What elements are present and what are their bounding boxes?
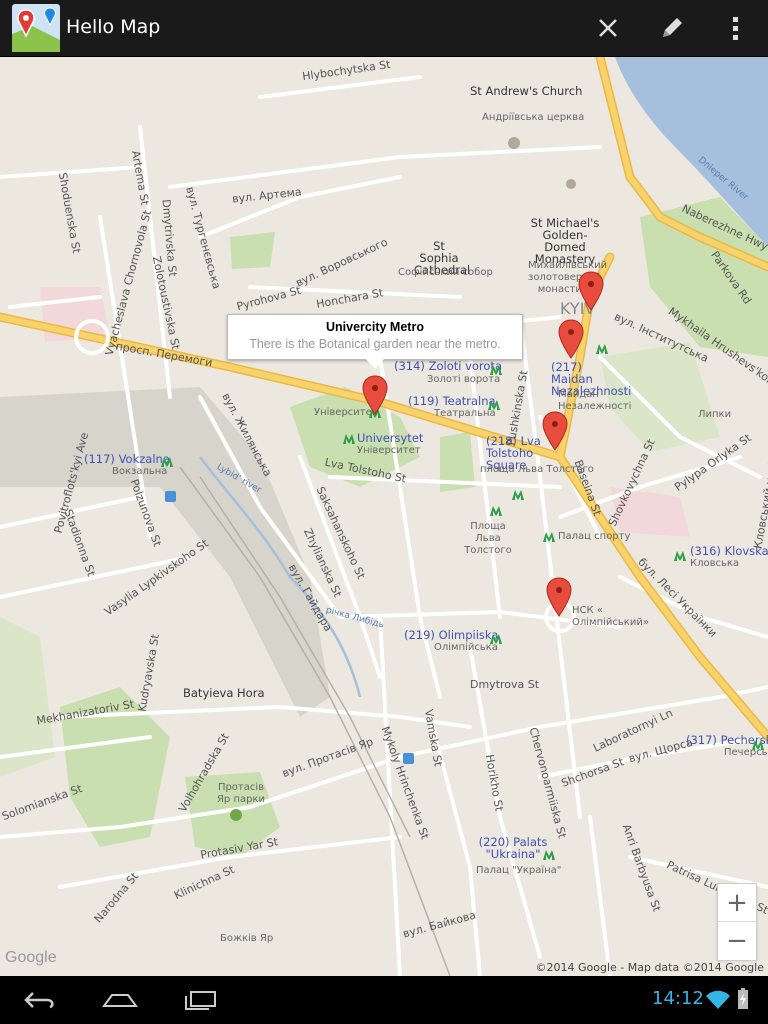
map-marker-icon[interactable] (546, 577, 572, 617)
place-label: St Michael's Golden-Domed Monastery (530, 216, 600, 266)
map-marker-icon[interactable] (542, 411, 568, 451)
church-icon (508, 137, 520, 149)
park-icon (230, 809, 242, 821)
home-icon (102, 994, 138, 1007)
metro-label-ua: Олімпійська (434, 642, 498, 653)
map-marker-icon[interactable] (362, 375, 388, 415)
metro-icon (490, 506, 502, 516)
action-bar: Hello Map (0, 0, 768, 57)
zoom-out-button[interactable]: − (718, 922, 756, 959)
overflow-menu-icon (733, 17, 738, 40)
bus-station-icon (403, 753, 414, 764)
metro-label: (219) Olimpiiska (404, 628, 499, 642)
zoom-in-button[interactable]: + (718, 884, 756, 922)
metro-icon (752, 740, 764, 750)
app-title: Hello Map (66, 16, 161, 38)
app-icon[interactable] (12, 4, 60, 52)
metro-label: (316) Klovska (690, 544, 768, 558)
place-label: Андріївська церква (482, 112, 585, 123)
metro-label-ua: Університет (357, 445, 421, 456)
metro-label: Палац спорту (558, 531, 631, 542)
metro-label: Universytet (357, 431, 424, 445)
place-label: Липки (698, 409, 732, 420)
wifi-icon (706, 990, 730, 1009)
overflow-menu-button[interactable] (712, 4, 760, 52)
bus-station-icon (165, 491, 176, 502)
metro-label: (117) Vokzalna (84, 452, 170, 466)
place-label: Протасів Яр парки (216, 782, 266, 805)
metro-label-ua: Майдан Незалежності (558, 389, 632, 412)
home-button[interactable] (92, 976, 148, 1024)
metro-label-ua: Театральна (434, 408, 496, 419)
edit-button[interactable] (648, 4, 696, 52)
place-label: Божків Яр (220, 933, 274, 944)
place-label: Софійський собор (398, 267, 493, 278)
metro-label: (119) Teatralna (408, 394, 496, 408)
metro-label: Площа Льва Толстого (464, 521, 512, 556)
close-button[interactable] (584, 4, 632, 52)
metro-icon (343, 434, 355, 444)
metro-icon (596, 344, 608, 354)
metro-icon (490, 634, 502, 644)
metro-label-ua: Золоті ворота (427, 374, 501, 385)
system-nav-bar: 14:12 (0, 976, 768, 1024)
back-icon (24, 992, 54, 1009)
metro-icon (543, 850, 555, 860)
metro-label-ua: Кловська (690, 558, 740, 569)
info-window-snippet: There is the Botanical garden near the m… (249, 337, 501, 351)
place-label: St Andrew's Church (470, 84, 583, 98)
metro-label-ua: Палац "Україна" (476, 865, 562, 876)
metro-icon (543, 532, 555, 542)
metro-icon (161, 457, 173, 467)
recent-apps-button[interactable] (172, 976, 228, 1024)
metro-icon (674, 551, 686, 561)
place-label: НСК « Олімпійський» (572, 605, 649, 628)
metro-label-ua: Вокзальна (112, 466, 168, 477)
map-marker-icon[interactable] (558, 319, 584, 359)
marker-info-window[interactable]: Univercity Metro There is the Botanical … (227, 314, 523, 369)
info-window-title: Univercity Metro (326, 320, 424, 334)
edit-pencil-icon (663, 18, 682, 37)
place-label: Batyieva Hora (183, 686, 265, 700)
metro-icon (512, 490, 524, 500)
metro-icon (488, 400, 500, 410)
map-marker-icon[interactable] (578, 271, 604, 311)
street-label: Dmytrova St (470, 678, 540, 691)
info-window-tail (366, 359, 384, 369)
recent-apps-icon (185, 991, 216, 1010)
back-button[interactable] (12, 976, 68, 1024)
zoom-controls: + − (717, 883, 757, 961)
google-logo: Google (5, 949, 57, 966)
metro-label: (220) Palats "Ukraina" (478, 835, 548, 861)
map-tiles (0, 57, 768, 976)
metro-label-ua: площа Льва Толстого (480, 464, 594, 475)
place-icon (566, 179, 576, 189)
status-clock: 14:12 (652, 988, 704, 1009)
map-view[interactable]: Hlybochytska St вул. Артема Artema St Sh… (0, 57, 768, 976)
metro-icon (490, 365, 502, 375)
metro-label: (314) Zoloti vorota (394, 359, 502, 373)
battery-icon (738, 988, 748, 1009)
map-attribution[interactable]: ©2014 Google - Map data ©2014 Google (533, 961, 766, 974)
close-icon (599, 19, 617, 37)
